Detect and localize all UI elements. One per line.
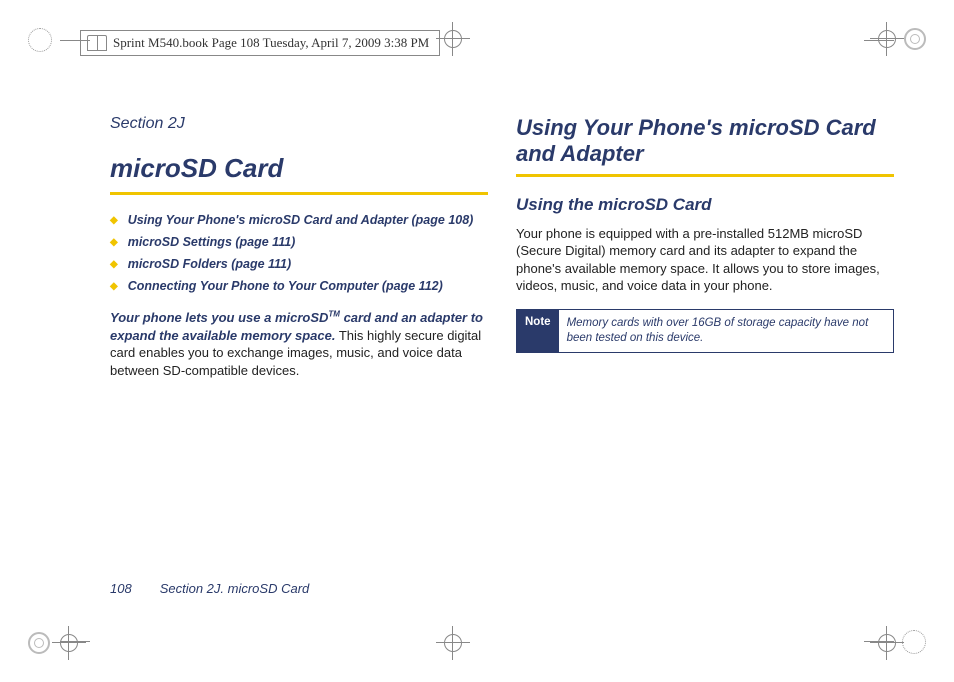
section-heading: Using Your Phone's microSD Card and Adap… xyxy=(516,115,894,168)
printer-circle-icon xyxy=(904,28,926,50)
heading-rule xyxy=(516,174,894,177)
right-column: Using Your Phone's microSD Card and Adap… xyxy=(516,115,894,582)
printer-gear-icon xyxy=(28,28,52,52)
title-rule xyxy=(110,192,488,195)
book-icon xyxy=(87,35,107,51)
crop-mark-icon xyxy=(864,40,894,41)
crop-mark-icon xyxy=(60,641,90,642)
bullet-icon: ◆ xyxy=(110,235,118,251)
note-body: Memory cards with over 16GB of storage c… xyxy=(559,310,893,352)
intro-lead-a: Your phone lets you use a microSD xyxy=(110,310,328,325)
page-footer: 108 Section 2J. microSD Card xyxy=(110,581,309,596)
toc-text: microSD Settings (page 111) xyxy=(128,235,296,251)
registration-mark-icon xyxy=(874,26,900,52)
page-number: 108 xyxy=(110,581,132,596)
bullet-icon: ◆ xyxy=(110,257,118,273)
tm-mark: TM xyxy=(328,310,340,319)
toc-item: ◆ microSD Folders (page 111) xyxy=(110,257,488,273)
registration-mark-icon xyxy=(874,630,900,656)
registration-mark-icon xyxy=(440,630,466,656)
bullet-icon: ◆ xyxy=(110,279,118,295)
page-title: microSD Card xyxy=(110,153,488,184)
bullet-icon: ◆ xyxy=(110,213,118,229)
toc-text: Connecting Your Phone to Your Computer (… xyxy=(128,279,443,295)
toc-item: ◆ Connecting Your Phone to Your Computer … xyxy=(110,279,488,295)
crop-mark-icon xyxy=(864,641,894,642)
printer-circle-icon xyxy=(28,632,50,654)
header-text: Sprint M540.book Page 108 Tuesday, April… xyxy=(113,35,429,51)
registration-mark-icon xyxy=(56,630,82,656)
page-content: Section 2J microSD Card ◆ Using Your Phon… xyxy=(110,115,894,582)
left-column: Section 2J microSD Card ◆ Using Your Phon… xyxy=(110,115,488,582)
section-label: Section 2J xyxy=(110,115,488,133)
note-box: Note Memory cards with over 16GB of stor… xyxy=(516,309,894,353)
intro-paragraph: Your phone lets you use a microSDTM card… xyxy=(110,309,488,379)
subsection-heading: Using the microSD Card xyxy=(516,195,894,215)
toc-text: microSD Folders (page 111) xyxy=(128,257,291,273)
running-head: Section 2J. microSD Card xyxy=(160,581,310,596)
toc-item: ◆ microSD Settings (page 111) xyxy=(110,235,488,251)
toc-item: ◆ Using Your Phone's microSD Card and Ada… xyxy=(110,213,488,229)
note-label: Note xyxy=(517,310,559,352)
toc-text: Using Your Phone's microSD Card and Adap… xyxy=(128,213,474,229)
printer-gear-icon xyxy=(902,630,926,654)
framemaker-header: Sprint M540.book Page 108 Tuesday, April… xyxy=(80,30,440,56)
toc-list: ◆ Using Your Phone's microSD Card and Ada… xyxy=(110,213,488,295)
registration-mark-icon xyxy=(440,26,466,52)
body-paragraph: Your phone is equipped with a pre-instal… xyxy=(516,225,894,295)
